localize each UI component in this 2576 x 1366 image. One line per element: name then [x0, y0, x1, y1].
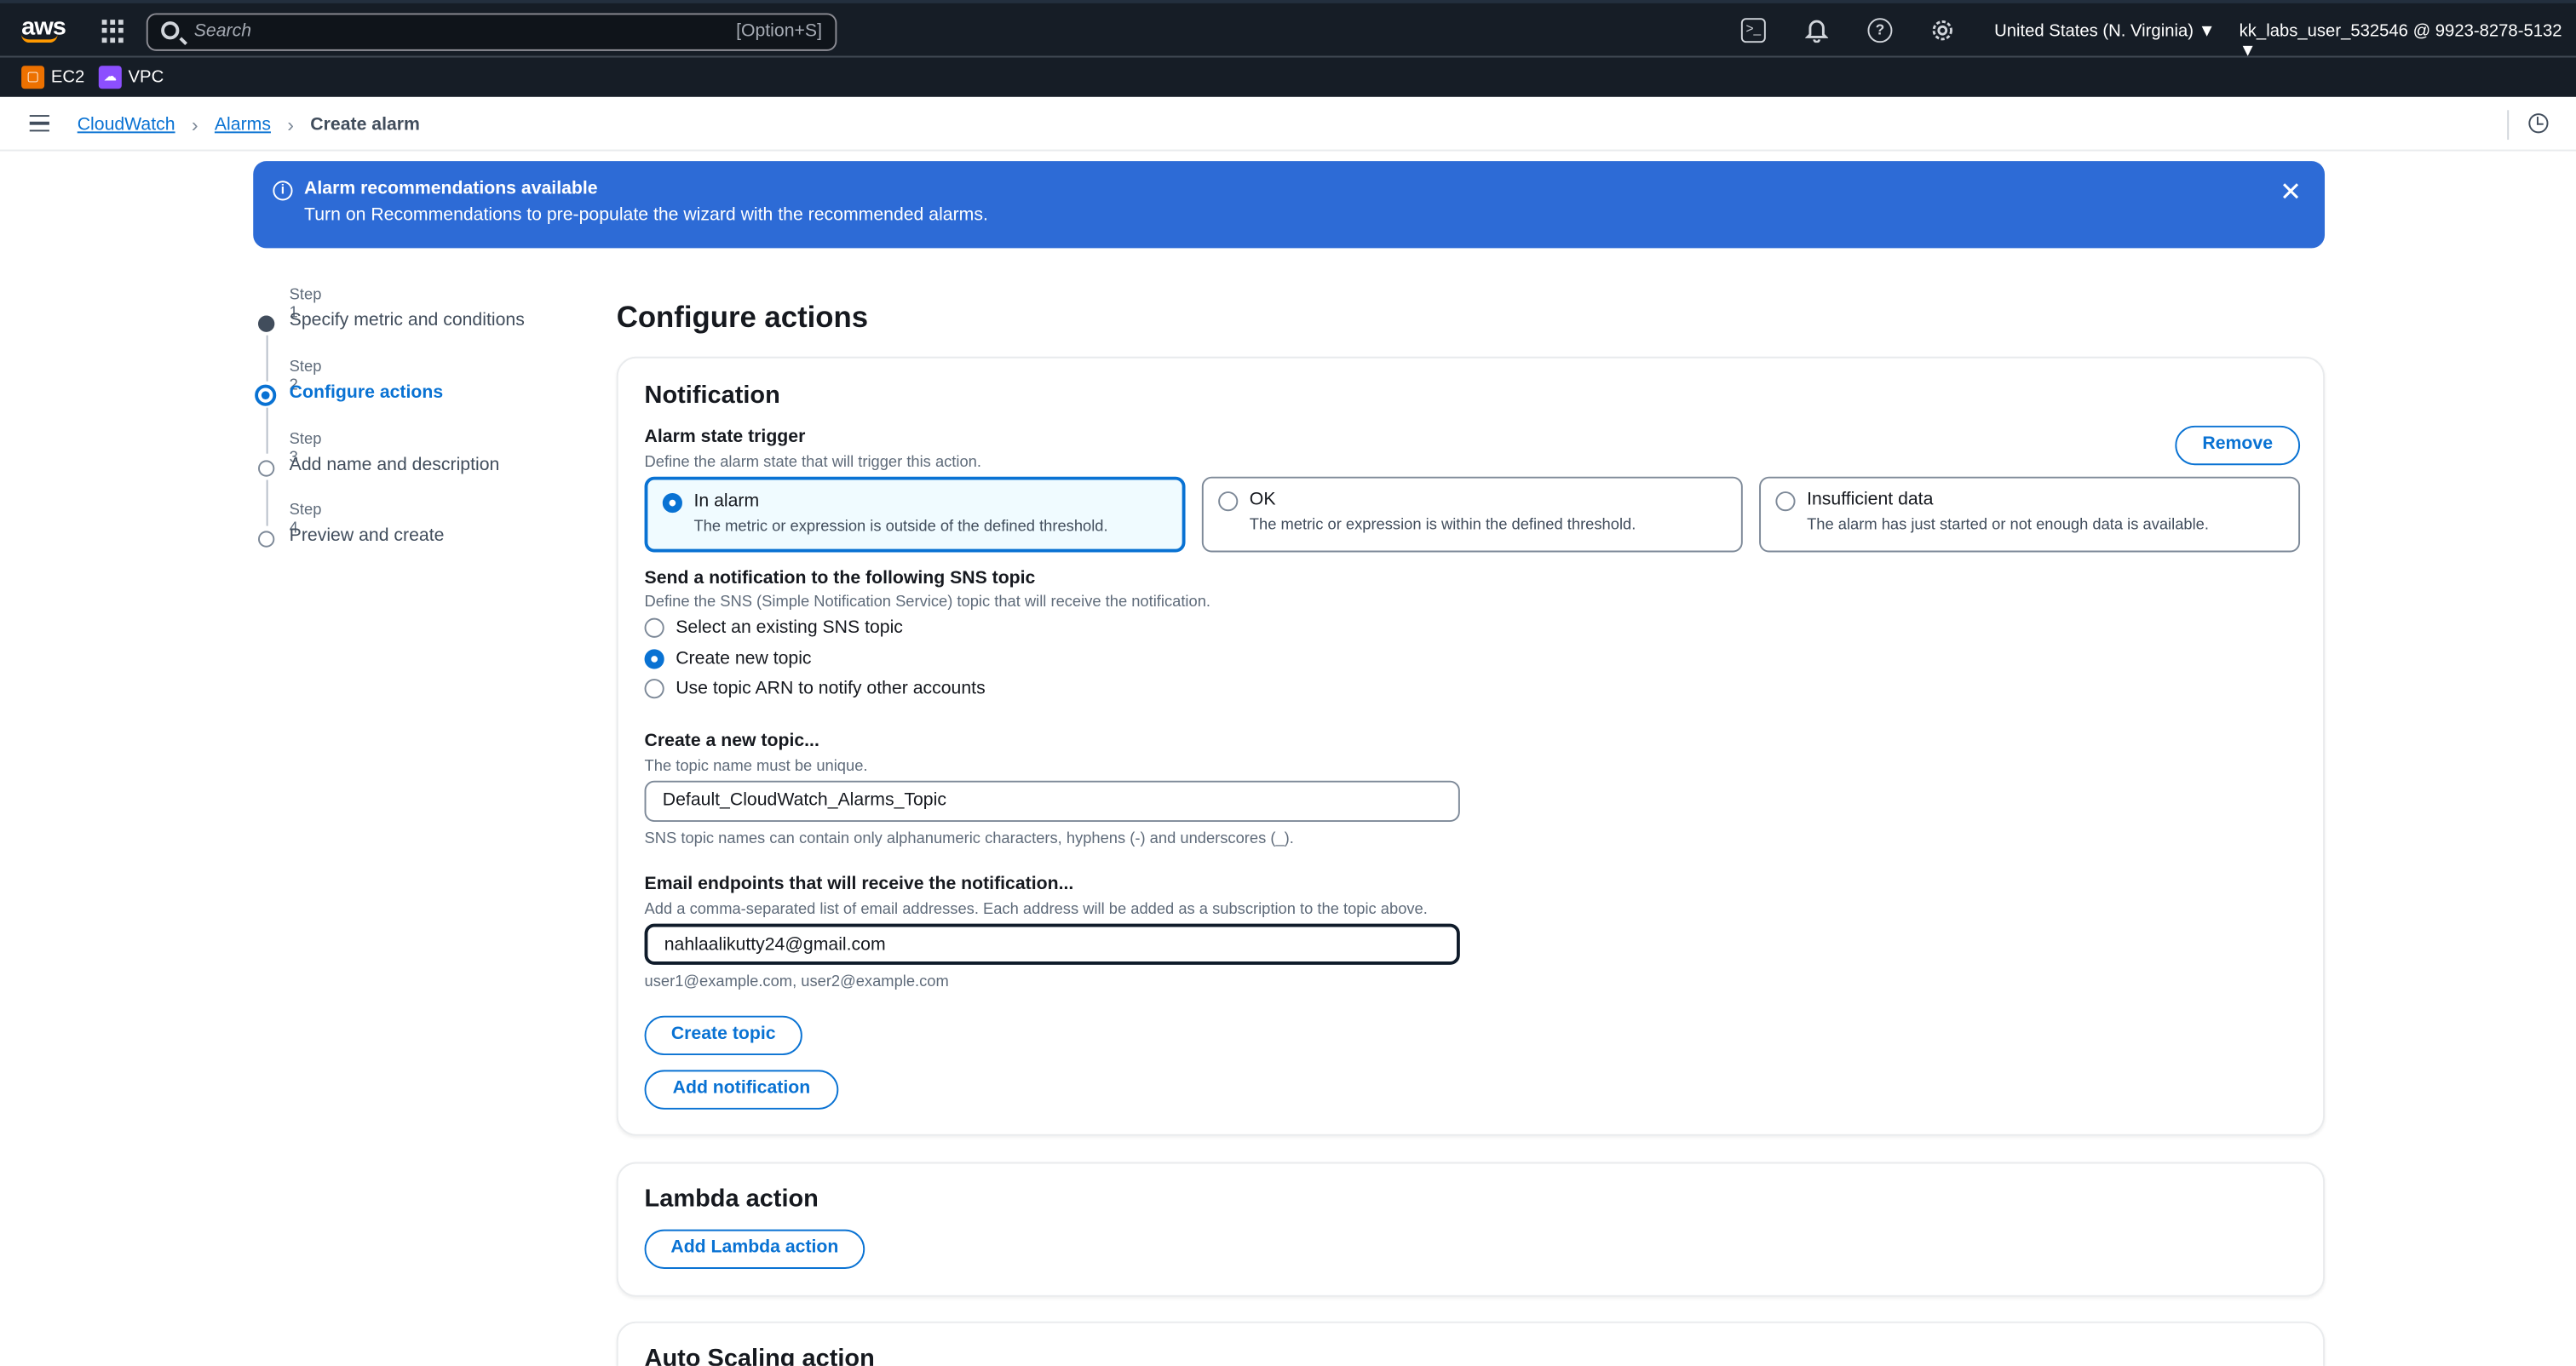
trigger-description: Define the alarm state that will trigger… [644, 453, 981, 472]
email-description: Add a comma-separated list of email addr… [644, 900, 1428, 919]
step-connector [266, 335, 268, 382]
step-label: Configure actions [289, 382, 444, 403]
add-lambda-button[interactable]: Add Lambda action [644, 1229, 865, 1269]
radio-icon [644, 649, 664, 669]
favorite-label: VPC [128, 67, 164, 88]
step-connector [266, 479, 268, 526]
services-menu-icon[interactable] [101, 20, 125, 43]
radio-icon [1775, 491, 1796, 512]
step-connector [266, 407, 268, 454]
sns-description: Define the SNS (Simple Notification Serv… [644, 593, 1210, 611]
notification-card: Notification Remove Alarm state trigger … [616, 356, 2326, 1136]
autoscaling-heading: Auto Scaling action [644, 1344, 875, 1366]
help-icon[interactable]: ? [1867, 18, 1893, 43]
info-icon: i [273, 181, 293, 201]
notification-heading: Notification [644, 381, 780, 410]
divider [2507, 110, 2510, 141]
radio-icon [644, 617, 664, 638]
add-notification-button[interactable]: Add notification [644, 1070, 839, 1110]
favorite-ec2[interactable]: ▢ EC2 [21, 66, 84, 89]
breadcrumb: CloudWatch › Alarms › Create alarm [78, 113, 420, 136]
topic-description: The topic name must be unique. [644, 757, 868, 776]
step-label: Preview and create [289, 525, 445, 546]
tile-title: In alarm [693, 491, 760, 512]
email-label: Email endpoints that will receive the no… [644, 874, 1074, 894]
cloudshell-icon[interactable]: >_ [1740, 18, 1766, 43]
remove-button[interactable]: Remove [2175, 425, 2301, 466]
search-input[interactable]: Search [Option+S] [146, 13, 837, 51]
radio-label: Select an existing SNS topic [676, 617, 903, 638]
step-label: Add name and description [289, 455, 500, 475]
lambda-heading: Lambda action [644, 1185, 819, 1214]
chevron-right-icon: › [287, 113, 294, 137]
sns-option-create-new[interactable]: Create new topic [644, 649, 812, 669]
gear-icon[interactable] [1930, 18, 1955, 43]
sns-option-existing[interactable]: Select an existing SNS topic [644, 617, 903, 638]
tile-description: The metric or expression is outside of t… [693, 517, 1108, 537]
page-title: Configure actions [616, 301, 869, 334]
banner-message: Turn on Recommendations to pre-populate … [304, 205, 988, 226]
trigger-label: Alarm state trigger [644, 427, 806, 447]
step-pending-icon [258, 531, 275, 548]
radio-icon [662, 493, 682, 514]
trigger-tile-insufficient-data[interactable]: Insufficient data The alarm has just sta… [1759, 476, 2301, 553]
radio-icon [644, 679, 664, 699]
bell-icon[interactable] [1803, 18, 1828, 43]
step-pending-icon [258, 460, 275, 477]
menu-icon[interactable] [29, 115, 49, 132]
trigger-tile-in-alarm[interactable]: In alarm The metric or expression is out… [644, 476, 1186, 553]
autoscaling-card: Auto Scaling action [616, 1321, 2326, 1366]
close-icon[interactable]: ✕ [2280, 176, 2302, 209]
email-input[interactable]: nahlaalikutty24@gmail.com [644, 923, 1460, 965]
chevron-right-icon: › [191, 113, 198, 137]
ec2-icon: ▢ [21, 66, 45, 89]
topic-label: Create a new topic... [644, 731, 819, 752]
vpc-icon: ☁ [98, 66, 122, 89]
tile-title: OK [1249, 490, 1276, 510]
aws-logo[interactable]: aws [21, 13, 66, 43]
tile-title: Insufficient data [1807, 490, 1934, 510]
favorites-bar: ▢ EC2 ☁ VPC [0, 55, 2576, 97]
sns-label: Send a notification to the following SNS… [644, 568, 1036, 588]
radio-icon [1218, 491, 1239, 512]
search-placeholder: Search [193, 21, 252, 42]
favorite-label: EC2 [50, 67, 85, 88]
radio-label: Create new topic [676, 649, 812, 669]
sns-option-arn[interactable]: Use topic ARN to notify other accounts [644, 679, 986, 699]
tile-description: The metric or expression is within the d… [1249, 516, 1636, 535]
step-active-icon [255, 384, 277, 406]
region-selector[interactable]: United States (N. Virginia) ▼ [1994, 21, 2216, 41]
step-label: Specify metric and conditions [289, 310, 525, 330]
breadcrumb-current: Create alarm [310, 115, 420, 135]
radio-label: Use topic ARN to notify other accounts [676, 679, 986, 699]
topic-name-input[interactable]: Default_CloudWatch_Alarms_Topic [644, 780, 1460, 822]
breadcrumb-alarms[interactable]: Alarms [215, 115, 271, 135]
clock-icon[interactable] [2528, 113, 2549, 134]
aws-logo-text: aws [21, 13, 66, 42]
lambda-card: Lambda action Add Lambda action [616, 1162, 2326, 1297]
breadcrumb-bar: CloudWatch › Alarms › Create alarm [0, 96, 2576, 152]
breadcrumb-cloudwatch[interactable]: CloudWatch [78, 115, 175, 135]
step-done-icon [258, 315, 275, 332]
tile-description: The alarm has just started or not enough… [1807, 516, 2209, 535]
trigger-tile-ok[interactable]: OK The metric or expression is within th… [1201, 476, 1743, 553]
search-shortcut: [Option+S] [736, 21, 822, 42]
search-icon [161, 21, 180, 40]
banner-title: Alarm recommendations available [304, 179, 598, 199]
create-topic-button[interactable]: Create topic [644, 1015, 802, 1056]
topic-hint: SNS topic names can contain only alphanu… [644, 829, 1294, 848]
account-menu[interactable]: kk_labs_user_532546 @ 9923-8278-5132 ▼ [2240, 21, 2576, 60]
favorite-vpc[interactable]: ☁ VPC [98, 66, 164, 89]
top-navigation: aws Search [Option+S] >_ ? United States… [0, 0, 2576, 60]
email-hint: user1@example.com, user2@example.com [644, 973, 949, 991]
recommendations-banner: i Alarm recommendations available Turn o… [253, 161, 2326, 249]
